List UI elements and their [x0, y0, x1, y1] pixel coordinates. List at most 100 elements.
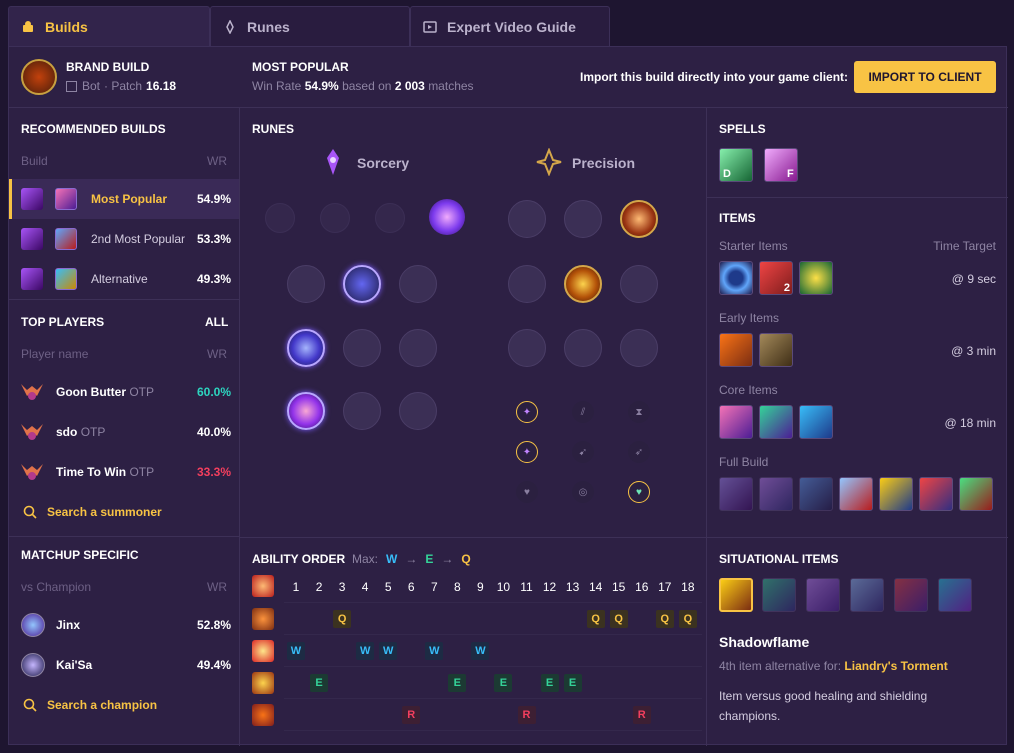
item-situational-icon[interactable] — [894, 578, 928, 612]
rune-slot-selected[interactable] — [343, 265, 381, 303]
rune-keystone-selected[interactable] — [429, 199, 465, 235]
shard-health-scaling-icon[interactable]: ♥ — [628, 481, 650, 503]
matchup-row-jinx[interactable]: Jinx 52.8% — [9, 605, 239, 645]
item-ward-icon[interactable] — [799, 261, 833, 295]
rune-slot[interactable] — [508, 200, 546, 238]
skill-point-w: W — [287, 642, 305, 660]
build-panel: BRAND BUILD Bot · Patch 16.18 MOST POPUL… — [8, 46, 1008, 746]
item-staff-icon[interactable] — [799, 477, 833, 511]
player-row[interactable]: sdo OTP 40.0% — [9, 412, 239, 452]
item-tome-icon[interactable] — [719, 333, 753, 367]
item-rabadons-icon[interactable] — [879, 477, 913, 511]
player-row[interactable]: Goon Butter OTP 60.0% — [9, 372, 239, 412]
item-liandrys-icon[interactable] — [719, 477, 753, 511]
item-boots-icon[interactable] — [759, 333, 793, 367]
rune-slot-selected[interactable] — [620, 200, 658, 238]
divider — [9, 536, 239, 537]
rune-slot-selected[interactable] — [287, 392, 325, 430]
rune-keystone[interactable] — [320, 203, 350, 233]
shard-adaptive-icon[interactable]: ✦ — [516, 441, 538, 463]
shard-scaling-health-icon[interactable]: ◎ — [572, 481, 594, 503]
col-wr: WR — [207, 580, 227, 594]
sorcery-tree-icon — [327, 149, 339, 175]
summoner-spell-flash-icon[interactable]: F — [764, 148, 798, 182]
player-wr: 33.3% — [196, 465, 231, 479]
ability-w-icon — [252, 640, 274, 662]
rune-slot[interactable] — [508, 265, 546, 303]
tab-runes[interactable]: Runes — [210, 6, 410, 46]
rune-slot-selected[interactable] — [287, 329, 325, 367]
early-time: @ 3 min — [951, 344, 996, 358]
item-situational-icon[interactable] — [850, 578, 884, 612]
level-number: 4 — [361, 580, 369, 594]
search-champion-link[interactable]: Search a champion — [23, 698, 157, 712]
level-number: 13 — [565, 580, 580, 594]
item-voidstaff-icon[interactable] — [919, 477, 953, 511]
search-summoner-link[interactable]: Search a summoner — [23, 505, 162, 519]
rune-slot[interactable] — [399, 265, 437, 303]
rank-emblem-icon — [21, 464, 43, 480]
build-row-most-popular[interactable]: Most Popular 54.9% — [9, 179, 239, 219]
grid-line — [284, 634, 702, 635]
item-shadowflame-icon[interactable] — [719, 578, 753, 612]
alt-item-link[interactable]: Liandry's Torment — [844, 659, 947, 673]
item-situational-icon[interactable] — [806, 578, 840, 612]
item-situational-icon[interactable] — [762, 578, 796, 612]
level-number: 3 — [338, 580, 346, 594]
level-number: 8 — [454, 580, 461, 594]
item-zhonyas-icon[interactable] — [839, 477, 873, 511]
shard-health-icon[interactable]: ♥ — [516, 481, 538, 503]
alt-prefix: 4th item alternative for: — [719, 659, 842, 673]
build-row-alternative[interactable]: Alternative 49.3% — [9, 259, 239, 299]
item-ring-icon[interactable] — [719, 261, 753, 295]
rune-slot[interactable] — [564, 329, 602, 367]
build-wr: 54.9% — [196, 192, 231, 206]
skill-point-q: Q — [655, 610, 674, 628]
rune-keystone[interactable] — [265, 203, 295, 233]
rune-slot[interactable] — [620, 329, 658, 367]
skill-point-q: Q — [586, 610, 605, 628]
ability-order-title: ABILITY ORDER — [252, 552, 346, 566]
shard-attack-speed-icon[interactable]: ⫽ — [572, 401, 594, 423]
build-row-2nd-most-popular[interactable]: 2nd Most Popular 53.3% — [9, 219, 239, 259]
sorcery-rune-icon — [21, 268, 43, 290]
summoner-spell-heal-icon[interactable]: D — [719, 148, 753, 182]
item-morello-icon[interactable] — [959, 477, 993, 511]
skill-point-r: R — [632, 706, 651, 724]
sorcery-rune-icon — [21, 228, 43, 250]
rune-slot[interactable] — [343, 329, 381, 367]
player-row[interactable]: Time To Win OTP 33.3% — [9, 452, 239, 492]
tab-expert-video-guide[interactable]: Expert Video Guide — [410, 6, 610, 46]
item-staff-icon[interactable] — [799, 405, 833, 439]
item-liandrys-icon[interactable] — [719, 405, 753, 439]
shard-haste-icon[interactable]: ⧗ — [628, 401, 650, 423]
rune-slot[interactable] — [620, 265, 658, 303]
rune-slot[interactable] — [508, 329, 546, 367]
rune-slot[interactable] — [564, 200, 602, 238]
all-players-link[interactable]: ALL — [205, 315, 228, 329]
item-boots-icon[interactable] — [759, 477, 793, 511]
matchup-row-kaisa[interactable]: Kai'Sa 49.4% — [9, 645, 239, 685]
item-icon — [55, 228, 77, 250]
skill-point-r: R — [402, 706, 421, 724]
player-name-line: Time To Win OTP — [56, 465, 154, 479]
rune-slot[interactable] — [287, 265, 325, 303]
divider — [9, 299, 239, 300]
shard-movement-icon[interactable]: ➹ — [572, 441, 594, 463]
champion-avatar — [21, 613, 45, 637]
patch-value: 16.18 — [146, 79, 177, 93]
item-situational-icon[interactable] — [938, 578, 972, 612]
item-sorcerer-boots-icon[interactable] — [759, 405, 793, 439]
item-potion-icon[interactable]: 2 — [759, 261, 793, 295]
rune-slot[interactable] — [343, 392, 381, 430]
import-to-client-button[interactable]: IMPORT TO CLIENT — [854, 61, 996, 93]
rune-slot[interactable] — [399, 392, 437, 430]
shard-tenacity-icon[interactable]: ➶ — [628, 441, 650, 463]
shard-adaptive-icon[interactable]: ✦ — [516, 401, 538, 423]
rune-keystone[interactable] — [375, 203, 405, 233]
rune-slot[interactable] — [399, 329, 437, 367]
divider — [706, 197, 1008, 198]
tab-builds[interactable]: Builds — [8, 6, 210, 46]
wr-value: 54.9% — [304, 79, 339, 93]
rune-slot-selected[interactable] — [564, 265, 602, 303]
